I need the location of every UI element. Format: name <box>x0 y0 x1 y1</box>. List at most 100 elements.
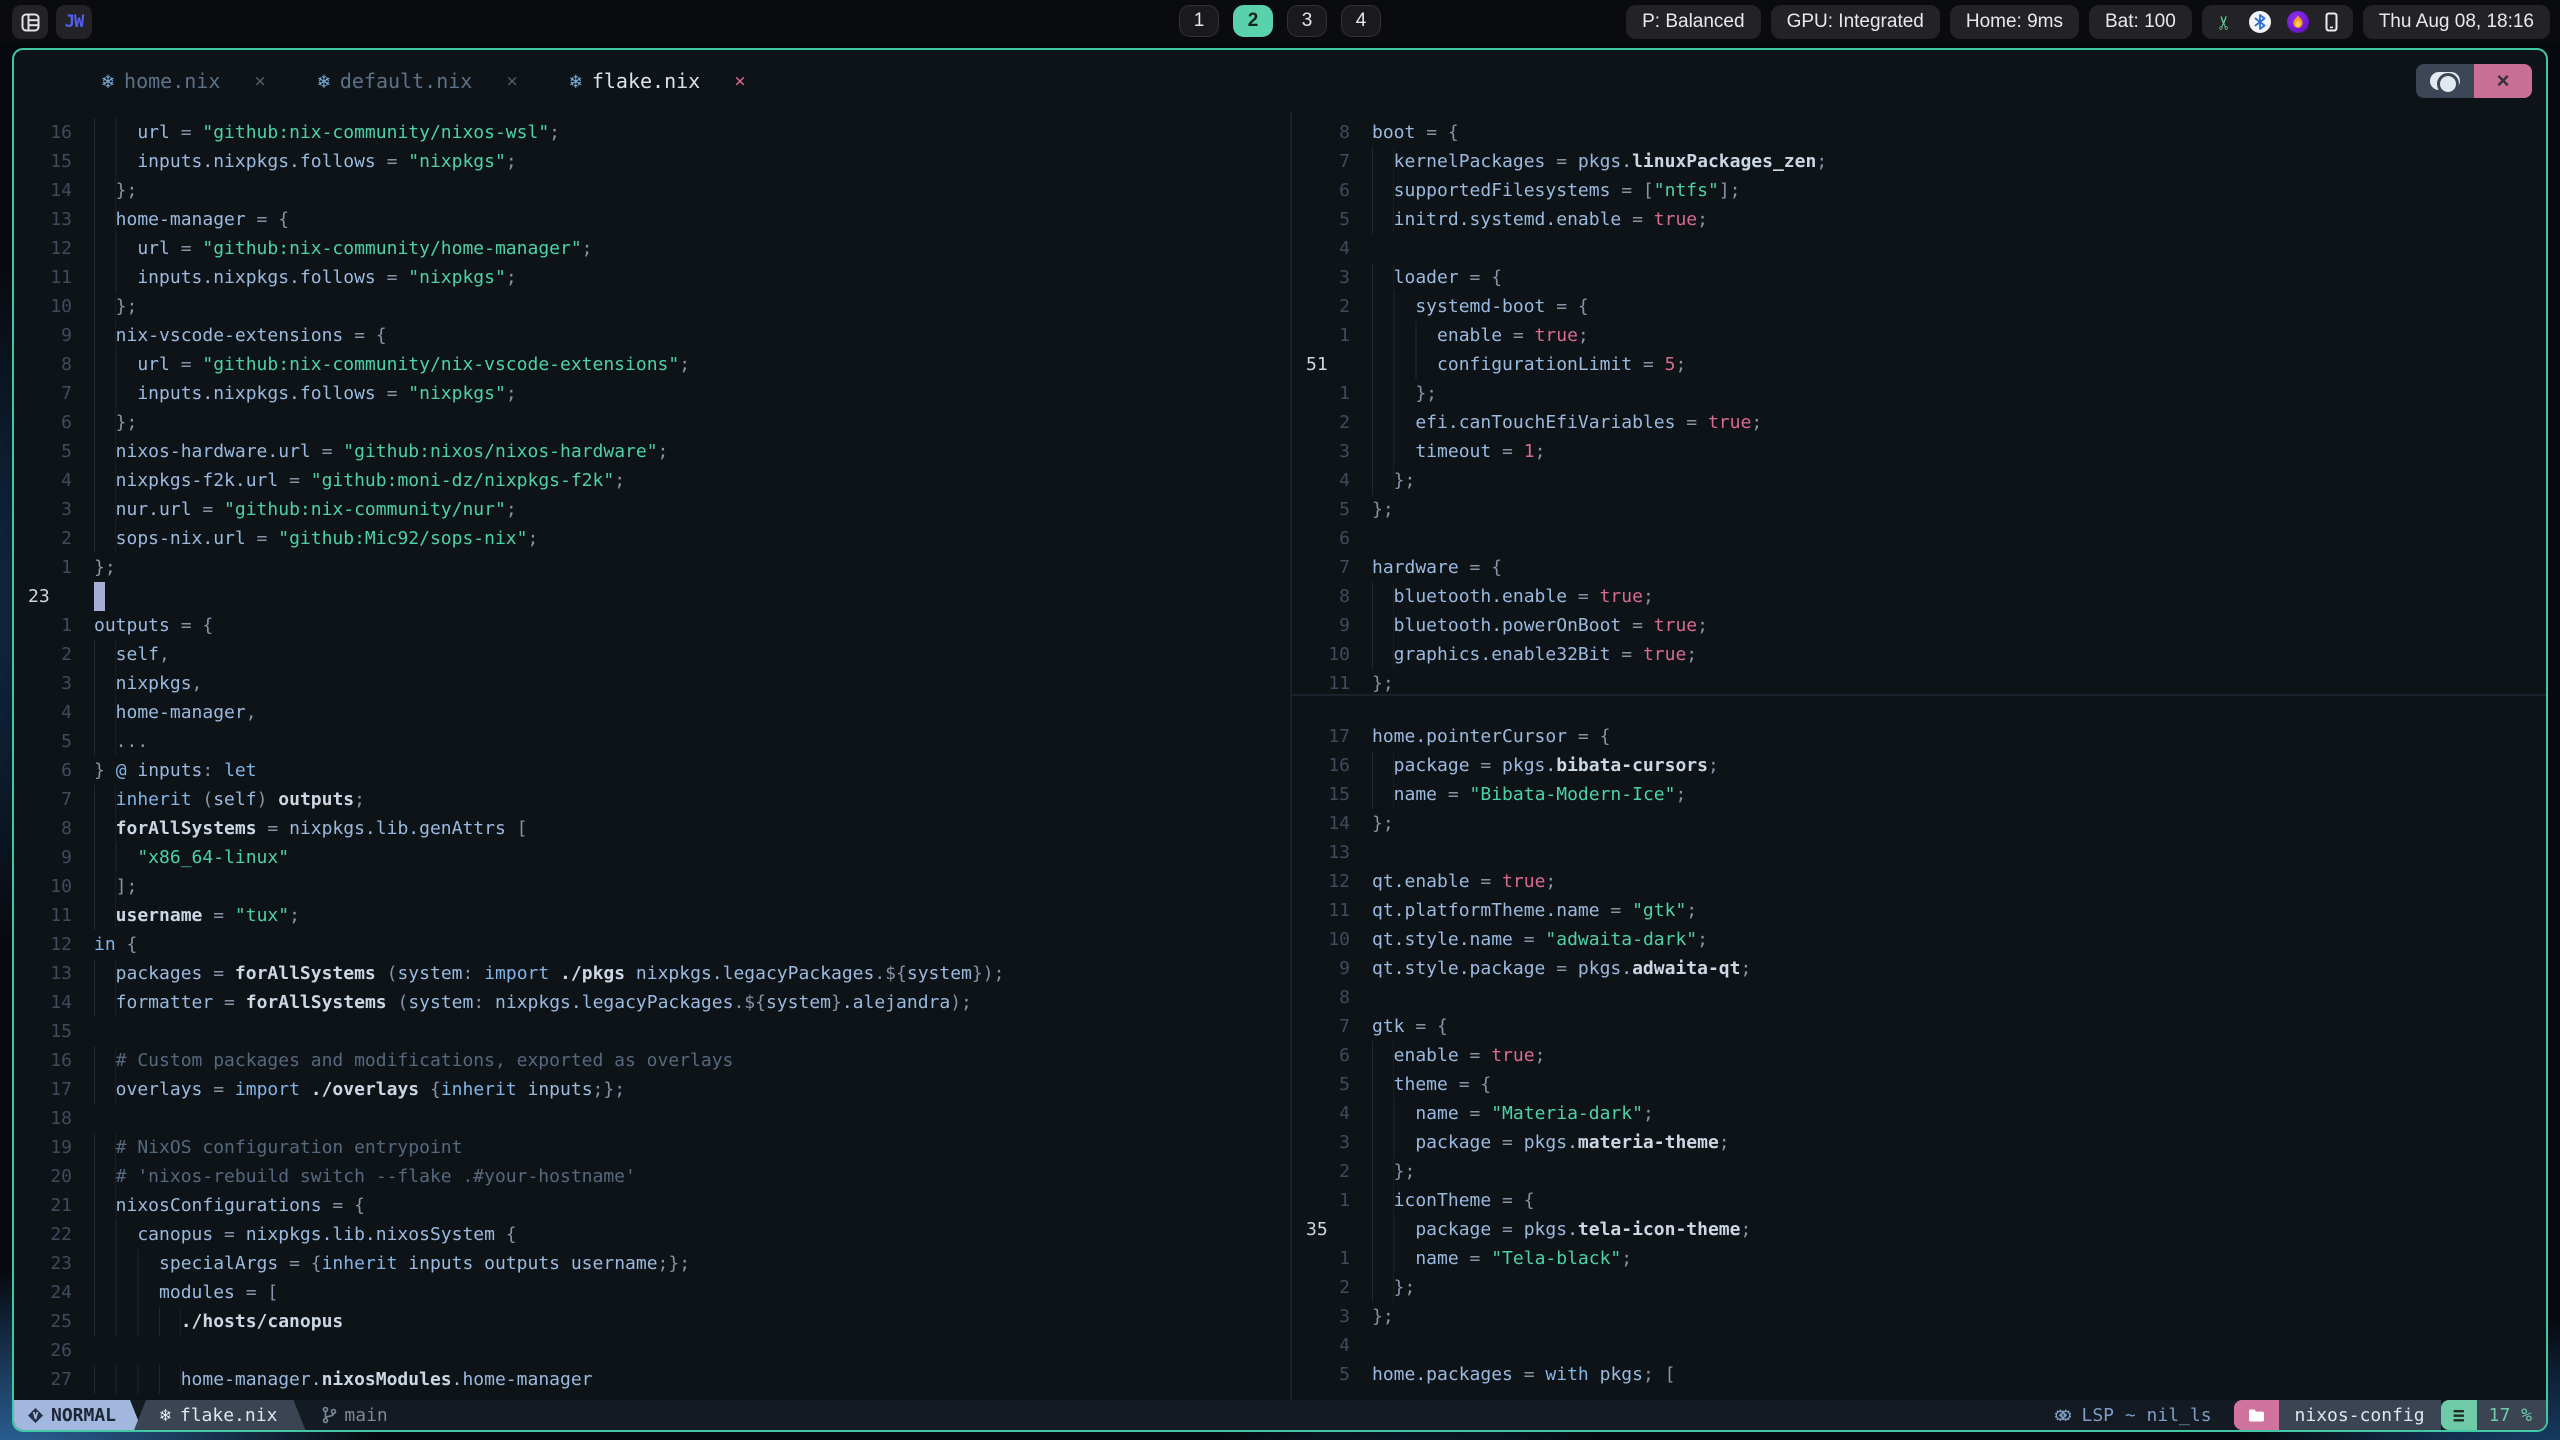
file-segment: ❄ flake.nix <box>134 1400 305 1430</box>
code-token: }; <box>1394 470 1416 491</box>
code-line: 27home-manager.nixosModules.home-manager <box>14 1365 1290 1394</box>
jw-logo-button[interactable]: JW <box>56 5 92 39</box>
code-token: true <box>1708 412 1751 433</box>
code-token: ]; <box>1719 180 1741 201</box>
tab-close-icon[interactable]: × <box>734 70 745 92</box>
indent-guides <box>94 814 116 843</box>
code-token: home.pointerCursor <box>1372 726 1567 747</box>
relative-line-number: 1 <box>14 611 94 640</box>
code-line: 16url = "github:nix-community/nixos-wsl"… <box>14 118 1290 147</box>
indent-guides <box>94 1365 181 1394</box>
code-token: = <box>1437 784 1470 805</box>
workspace-2-active[interactable]: 2 <box>1233 5 1273 37</box>
code-token: supportedFilesystems <box>1394 180 1611 201</box>
code-line: 13 <box>1292 838 2546 867</box>
code-line: 9qt.style.package = pkgs.adwaita-qt; <box>1292 954 2546 983</box>
code-token: efi.canTouchEfiVariables <box>1415 412 1675 433</box>
bluetooth-icon[interactable] <box>2249 11 2271 33</box>
code-token: = { <box>1459 557 1502 578</box>
indent-guides <box>1372 350 1437 379</box>
relative-line-number: 17 <box>1292 722 1372 751</box>
code-token: = <box>1545 958 1578 979</box>
code-line: 15inputs.nixpkgs.follows = "nixpkgs"; <box>14 147 1290 176</box>
relative-line-number: 8 <box>14 350 94 379</box>
code-token: ); <box>950 992 972 1013</box>
code-token: ; <box>1643 1103 1654 1124</box>
indent-guides <box>94 785 116 814</box>
code-token: initrd.systemd.enable <box>1394 209 1622 230</box>
clock-pill[interactable]: Thu Aug 08, 18:16 <box>2363 5 2550 39</box>
code-token: ; <box>506 499 517 520</box>
power-profile-pill[interactable]: P: Balanced <box>1626 5 1760 39</box>
code-token: @ <box>116 760 127 781</box>
code-token: ; <box>1816 151 1827 172</box>
relative-line-number: 4 <box>1292 1099 1372 1128</box>
tab-close-icon[interactable]: × <box>506 70 517 92</box>
code-token: = <box>1621 209 1654 230</box>
gpu-pill[interactable]: GPU: Integrated <box>1771 5 1940 39</box>
code-token: } <box>831 992 842 1013</box>
code-token: nixpkgs.lib.nixosSystem <box>246 1224 495 1245</box>
code-token: forAllSystems <box>246 992 387 1013</box>
code-token: "github:nix-community/home-manager" <box>202 238 581 259</box>
tab-home-nix[interactable]: ❄ home.nix × <box>102 69 266 93</box>
code-token: linuxPackages_zen <box>1632 151 1816 172</box>
code-token: theme <box>1394 1074 1448 1095</box>
code-token: inputs.nixpkgs.follows <box>137 267 375 288</box>
indent-guides <box>94 263 137 292</box>
tab-label: home.nix <box>124 69 220 93</box>
code-line: 12in { <box>14 930 1290 959</box>
tab-flake-nix-active[interactable]: ❄ flake.nix × <box>570 69 746 93</box>
indent-guides <box>94 901 116 930</box>
pane-flake-nix[interactable]: 16url = "github:nix-community/nixos-wsl"… <box>14 112 1290 1400</box>
indent-guides <box>1372 147 1394 176</box>
code-line: 4 <box>1292 1331 2546 1360</box>
code-token: = <box>246 528 279 549</box>
code-token: ; <box>1740 1219 1751 1240</box>
code-token: ; <box>549 122 560 143</box>
tab-default-nix[interactable]: ❄ default.nix × <box>318 69 518 93</box>
workspace-1[interactable]: 1 <box>1179 5 1219 37</box>
code-token: = <box>1545 151 1578 172</box>
window-close-button[interactable]: × <box>2474 64 2532 98</box>
code-token: = <box>202 963 235 984</box>
pane-home-config[interactable]: 17home.pointerCursor = {16package = pkgs… <box>1292 696 2546 1400</box>
relative-line-number: 5 <box>1292 205 1372 234</box>
scissors-icon[interactable]: ✂ <box>2213 14 2236 30</box>
battery-pill[interactable]: Bat: 100 <box>2089 5 2192 39</box>
code-line: 1enable = true; <box>1292 321 2546 350</box>
workspace-3[interactable]: 3 <box>1287 5 1327 37</box>
flameshot-flame-icon[interactable] <box>2287 11 2309 33</box>
app-launcher-button[interactable] <box>12 5 48 39</box>
code-token: nixpkgs <box>116 673 192 694</box>
indent-guides <box>94 1162 116 1191</box>
relative-line-number: 13 <box>1292 838 1372 867</box>
code-token: ; <box>614 470 625 491</box>
code-line: 6 <box>1292 524 2546 553</box>
tab-close-icon[interactable]: × <box>254 70 265 92</box>
workspace-4[interactable]: 4 <box>1341 5 1381 37</box>
code-token: = { <box>170 615 213 636</box>
code-token: self <box>116 644 159 665</box>
current-line-number: 23 <box>14 582 94 611</box>
indent-guides <box>94 234 137 263</box>
code-token: materia-theme <box>1578 1132 1719 1153</box>
code-token: url <box>137 354 170 375</box>
pane-boot-config[interactable]: 8boot = {7kernelPackages = pkgs.linuxPac… <box>1292 112 2546 694</box>
code-token: }; <box>116 180 138 201</box>
window-toggle-button[interactable] <box>2416 64 2474 98</box>
toggle-switch-icon <box>2430 72 2460 90</box>
code-token: configurationLimit <box>1437 354 1632 375</box>
phone-icon[interactable] <box>2325 12 2338 32</box>
code-token: = [ <box>235 1282 278 1303</box>
code-token: "github:nix-community/nixos-wsl" <box>202 122 549 143</box>
code-token: tela-icon-theme <box>1578 1219 1741 1240</box>
home-latency-pill[interactable]: Home: 9ms <box>1950 5 2079 39</box>
code-token: = <box>170 354 203 375</box>
code-line: 2}; <box>1292 1157 2546 1186</box>
relative-line-number: 4 <box>1292 234 1372 263</box>
code-token: { <box>430 1079 441 1100</box>
code-token: nixpkgs.legacyPackages <box>636 963 874 984</box>
code-token: qt.enable <box>1372 871 1470 892</box>
code-token: = <box>1491 1132 1524 1153</box>
